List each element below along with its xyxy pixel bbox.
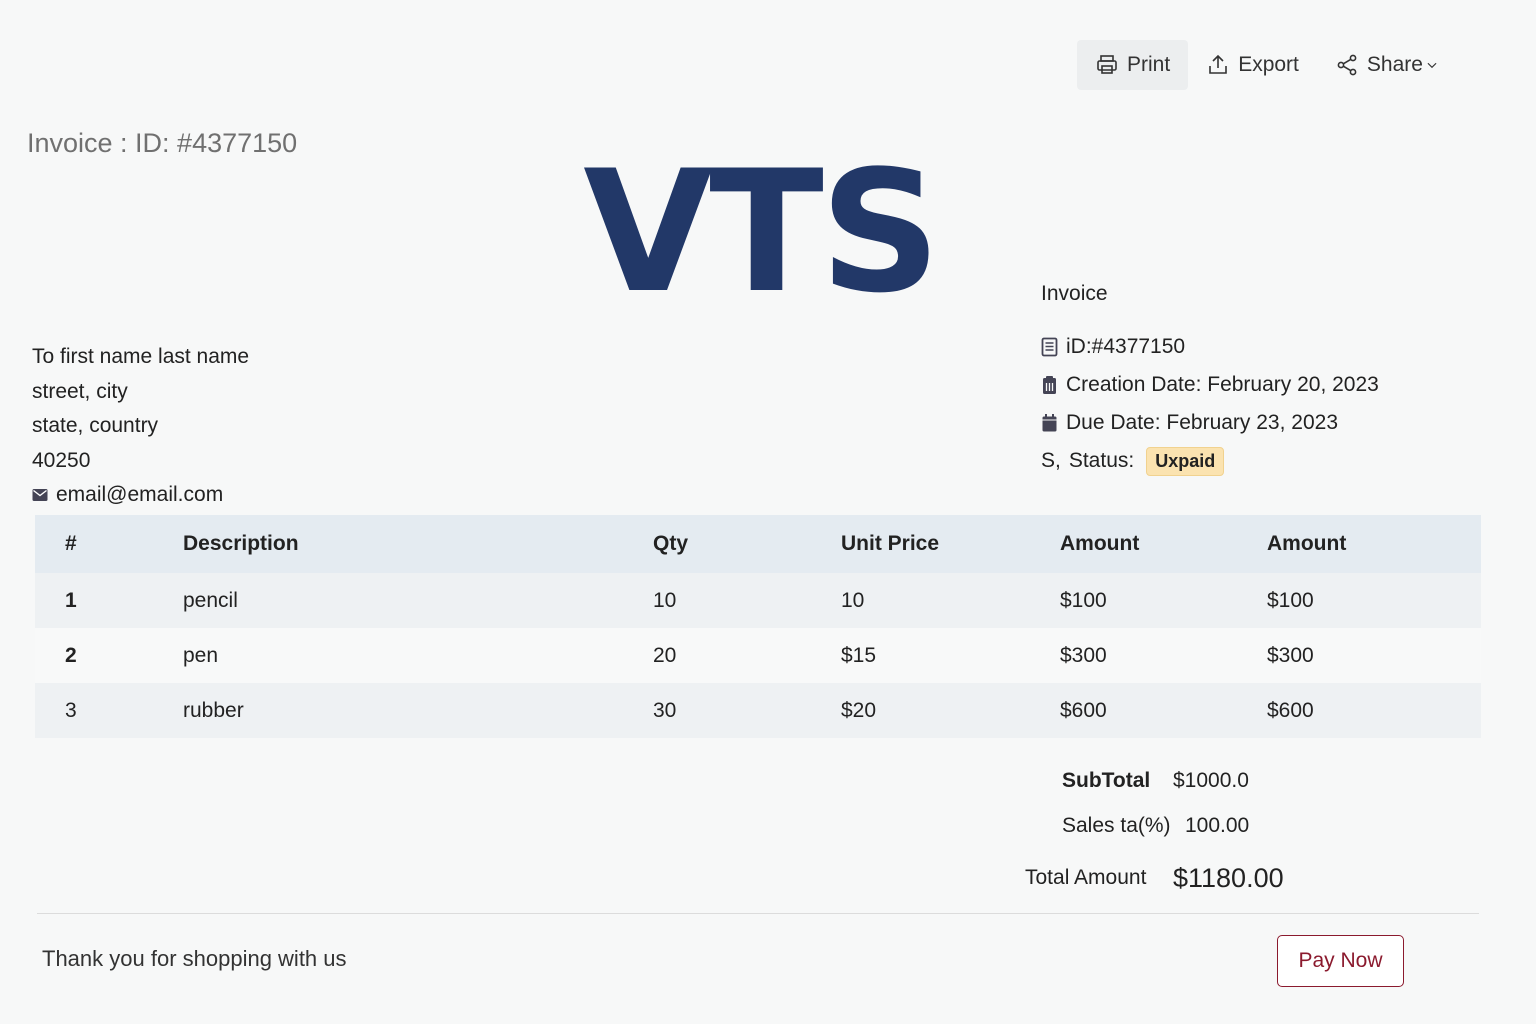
- row-amount: $600: [1060, 683, 1267, 738]
- status-label: Status:: [1068, 449, 1135, 472]
- row-description: pencil: [183, 573, 653, 628]
- table-row: 2 pen 20 $15 $300 $300: [35, 628, 1481, 683]
- print-label: Print: [1127, 53, 1171, 76]
- subtotal-value: $1000.0: [1173, 768, 1249, 792]
- row-number: 1: [35, 573, 183, 628]
- subtotal-row: SubTotal $1000.0: [1025, 758, 1284, 803]
- customer-state: state, country: [32, 414, 159, 437]
- company-logo: VTS: [583, 134, 941, 330]
- status-badge: Uxpaid: [1146, 446, 1225, 476]
- share-button[interactable]: Share: [1317, 40, 1457, 90]
- column-header-qty: Qty: [653, 515, 841, 573]
- row-description: pen: [183, 628, 653, 683]
- toolbar: Print Export Share: [1077, 40, 1457, 90]
- row-amount-2: $100: [1267, 573, 1481, 628]
- subtotal-label: SubTotal: [1062, 768, 1151, 792]
- share-icon: [1337, 54, 1357, 76]
- invoice-meta: Invoice iD:#4377150 Creation Date: Febru…: [1041, 282, 1379, 480]
- creation-date-row: Creation Date: February 20, 2023: [1041, 366, 1379, 404]
- thank-you-message: Thank you for shopping with us: [42, 946, 347, 971]
- due-date: Due Date: February 23, 2023: [1066, 411, 1338, 434]
- share-label: Share: [1366, 53, 1423, 76]
- total-row: Total Amount $1180.00: [1025, 848, 1284, 908]
- calendar-icon: [1042, 414, 1057, 432]
- row-amount-2: $300: [1267, 628, 1481, 683]
- row-unit-price: $20: [841, 683, 1060, 738]
- tax-row: Sales ta(%) 100.00: [1025, 803, 1284, 848]
- clipboard-icon: [1043, 376, 1056, 394]
- row-number: 2: [35, 628, 183, 683]
- column-header-amount-2: Amount: [1267, 515, 1481, 573]
- column-header-amount: Amount: [1060, 515, 1267, 573]
- page-title: Invoice : ID: #4377150: [27, 128, 298, 158]
- row-number: 3: [35, 683, 183, 738]
- footer-divider: [37, 913, 1479, 914]
- total-value: $1180.00: [1173, 862, 1284, 893]
- creation-date: Creation Date: February 20, 2023: [1066, 373, 1379, 396]
- customer-street: street, city: [32, 379, 128, 403]
- table-header-row: # Description Qty Unit Price Amount Amou…: [35, 515, 1481, 573]
- customer-email-row: email@email.com: [32, 478, 249, 513]
- table-row: 3 rubber 30 $20 $600 $600: [35, 683, 1481, 738]
- invoice-meta-title: Invoice: [1041, 282, 1108, 305]
- row-qty: 30: [653, 683, 841, 738]
- print-button[interactable]: Print: [1077, 40, 1189, 90]
- invoice-id: iD:#4377150: [1066, 335, 1186, 358]
- printer-icon: [1097, 55, 1117, 74]
- row-unit-price: 10: [841, 573, 1060, 628]
- column-header-unit-price: Unit Price: [841, 515, 1060, 573]
- customer-name: To first name last name: [32, 345, 250, 368]
- invoice-id-row: iD:#4377150: [1041, 328, 1379, 366]
- due-date-row: Due Date: February 23, 2023: [1041, 404, 1379, 442]
- pay-now-button[interactable]: Pay Now: [1277, 935, 1404, 987]
- bill-to-address: To first name last name street, city sta…: [32, 340, 249, 513]
- total-label: Total Amount: [1025, 866, 1147, 889]
- row-description: rubber: [183, 683, 653, 738]
- table-row: 1 pencil 10 10 $100 $100: [35, 573, 1481, 628]
- customer-email: email@email.com: [56, 483, 224, 506]
- export-icon: [1209, 54, 1227, 74]
- column-header-description: Description: [183, 515, 653, 573]
- row-qty: 10: [653, 573, 841, 628]
- row-amount-2: $600: [1267, 683, 1481, 738]
- document-icon: [1041, 337, 1058, 357]
- invoice-items-table: # Description Qty Unit Price Amount Amou…: [35, 515, 1481, 738]
- export-button[interactable]: Export: [1188, 40, 1317, 90]
- status-row: S, Status: Uxpaid: [1041, 442, 1379, 480]
- row-unit-price: $15: [841, 628, 1060, 683]
- tax-value: 100.00: [1185, 813, 1250, 837]
- chevron-down-icon: [1427, 62, 1437, 69]
- row-amount: $300: [1060, 628, 1267, 683]
- column-header-number: #: [35, 515, 183, 573]
- status-prefix: S,: [1041, 449, 1061, 472]
- export-label: Export: [1238, 53, 1299, 76]
- customer-zip: 40250: [32, 448, 91, 472]
- row-qty: 20: [653, 628, 841, 683]
- row-amount: $100: [1060, 573, 1267, 628]
- envelope-icon: [32, 489, 48, 502]
- totals-section: SubTotal $1000.0 Sales ta(%) 100.00 Tota…: [1025, 758, 1284, 908]
- tax-label: Sales ta(%): [1062, 813, 1171, 837]
